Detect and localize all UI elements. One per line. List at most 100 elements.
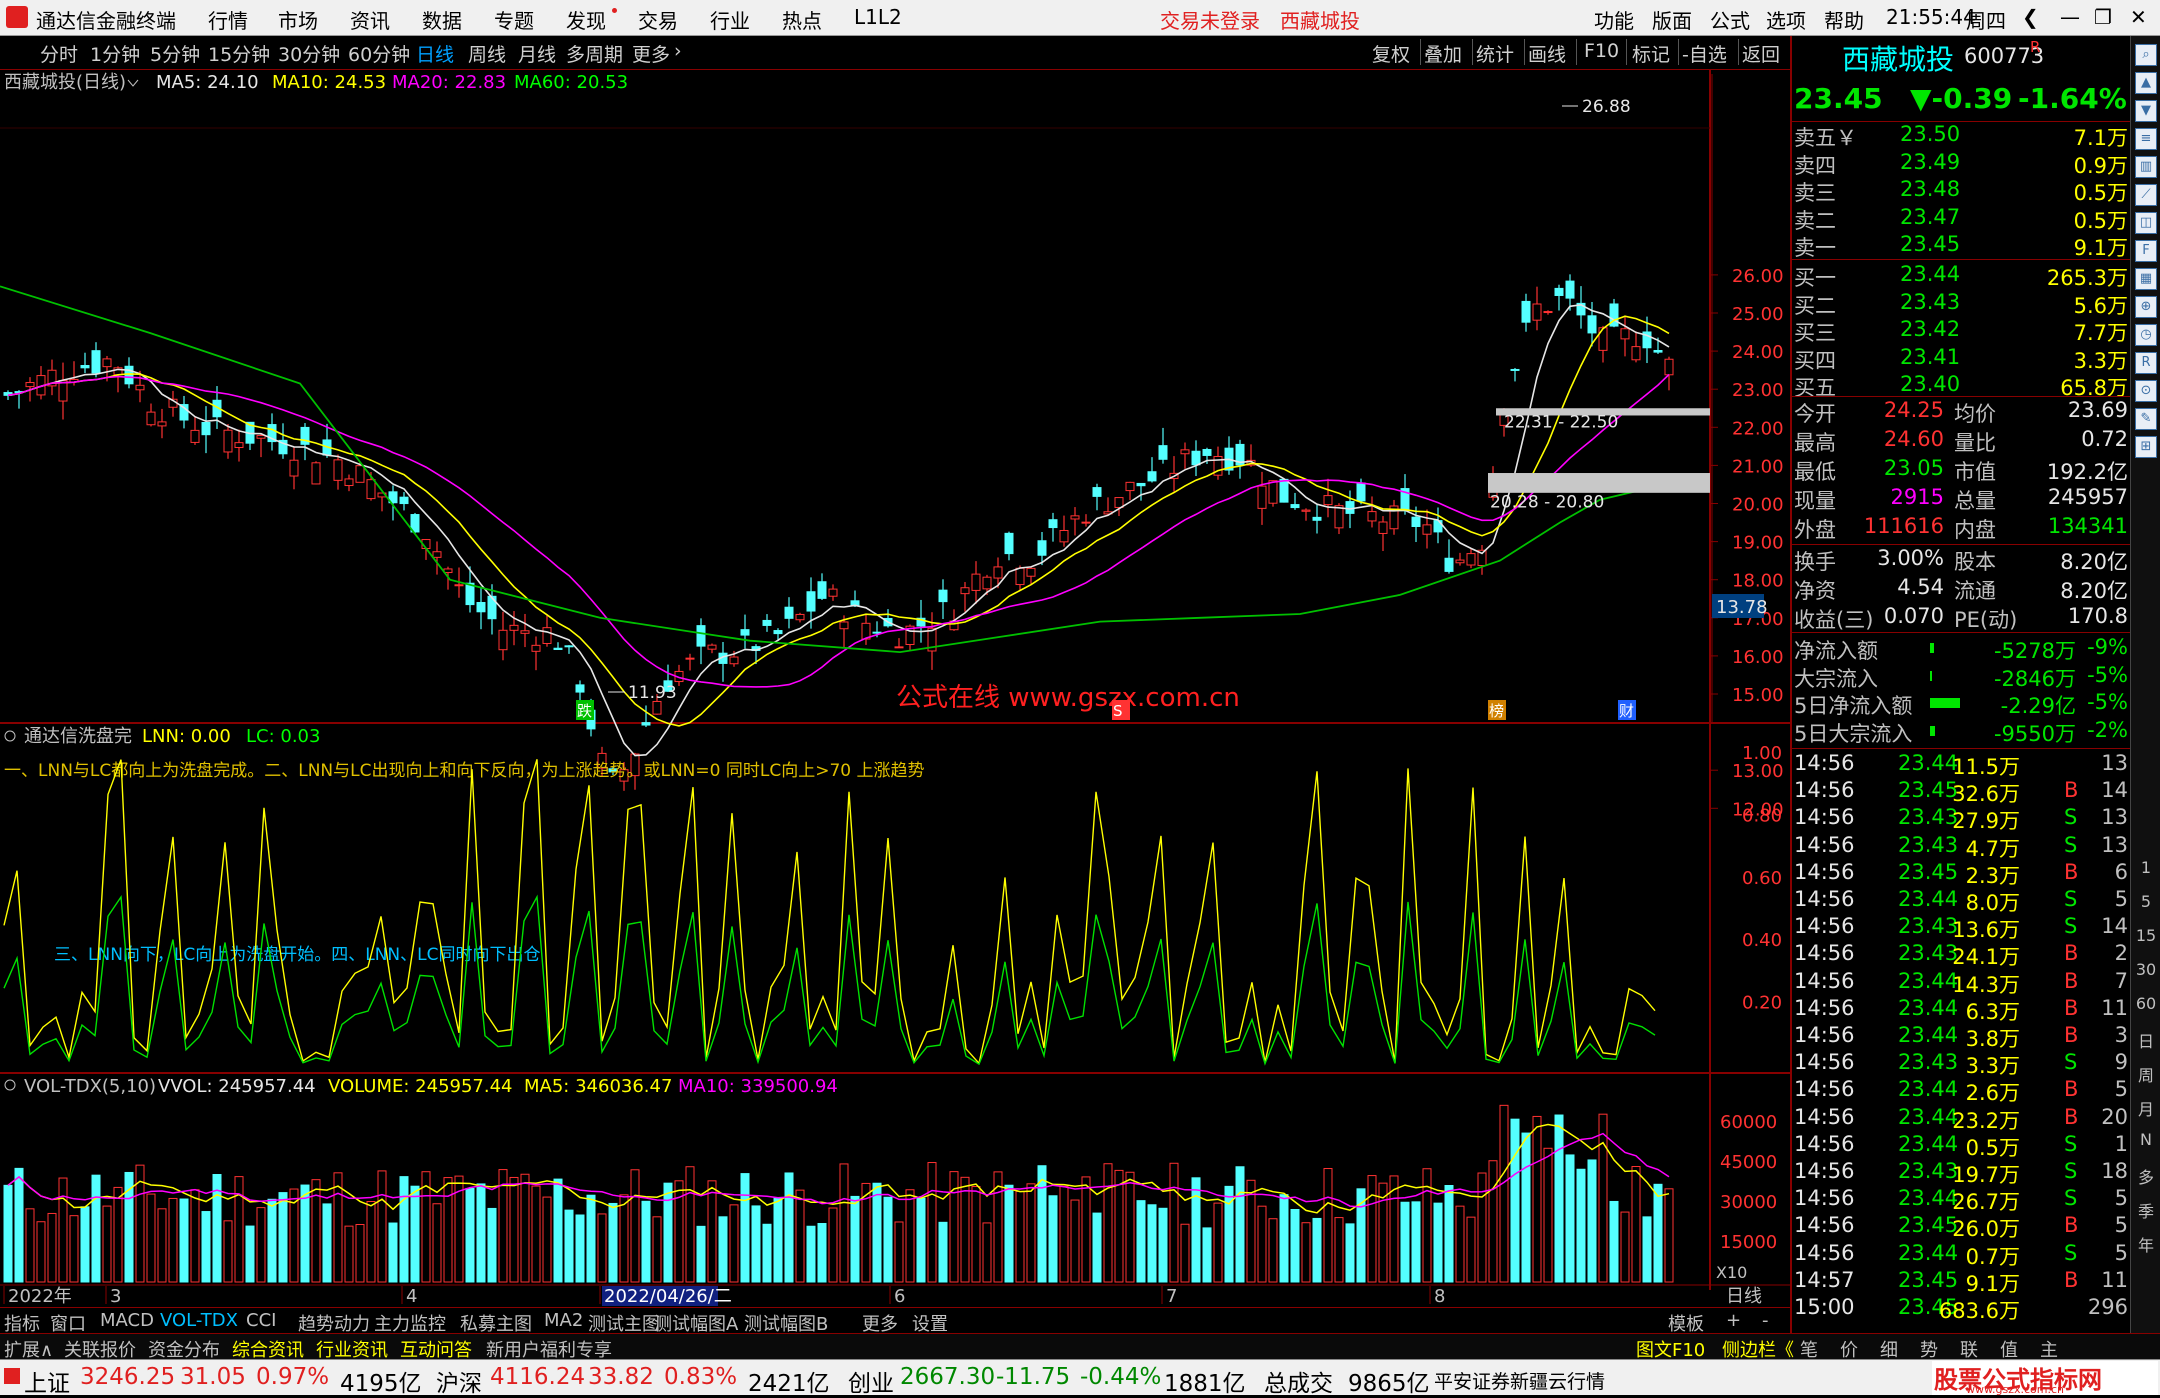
menu-industry[interactable]: 行业 [710,5,750,34]
volume-bar[interactable] [652,1216,662,1283]
volume-bar[interactable] [1268,1218,1278,1283]
volume-bar[interactable] [762,1223,772,1283]
candle[interactable] [1664,356,1674,391]
f10-icon[interactable]: F [2135,240,2157,262]
volume-bar[interactable] [1532,1115,1542,1283]
candle[interactable] [201,406,211,454]
volume-bar[interactable] [1576,1168,1586,1283]
candle[interactable] [1367,496,1377,528]
chart-icon[interactable]: ◫ [2135,212,2157,234]
tf-5min[interactable]: 5分钟 [150,40,200,67]
volume-bar[interactable] [1191,1177,1201,1283]
indicator-tab-2[interactable]: MACD [100,1310,154,1331]
volume-bar[interactable] [1301,1222,1311,1283]
volume-bar[interactable] [1180,1223,1190,1283]
volume-bar[interactable] [25,1208,35,1283]
volume-bar[interactable] [256,1207,266,1283]
volume-bar[interactable] [685,1166,695,1283]
candle[interactable] [1070,507,1080,536]
candle[interactable] [1466,548,1476,569]
volume-bar[interactable] [179,1198,189,1283]
volume-bar[interactable] [773,1197,783,1283]
volume-bar[interactable] [1081,1176,1091,1283]
menu-news[interactable]: 资讯 [350,5,390,34]
candle[interactable] [1620,316,1630,357]
candle[interactable] [146,403,156,427]
candle[interactable] [1400,474,1410,515]
volume-bar[interactable] [1125,1171,1135,1283]
candle[interactable] [1532,286,1542,331]
candle[interactable] [1301,508,1311,521]
volume-bar[interactable] [630,1169,640,1283]
menu-function[interactable]: 功能 [1594,5,1634,34]
collapse-icon[interactable] [4,730,16,742]
volume-bar[interactable] [1070,1199,1080,1283]
volume-bar[interactable] [1554,1114,1564,1283]
volume-bar[interactable] [1026,1183,1036,1283]
volume-bar[interactable] [322,1203,332,1283]
indicator-tab-4[interactable]: CCI [246,1310,276,1331]
candle[interactable] [1180,442,1190,469]
volume-bar[interactable] [927,1162,937,1283]
volume-bar[interactable] [113,1186,123,1283]
candle[interactable] [1631,331,1641,363]
volume-bar[interactable] [377,1170,387,1283]
back-icon[interactable]: ❮ [2022,5,2039,29]
tool-favorite[interactable]: -自选 [1682,40,1727,67]
close-icon[interactable]: ✕ [2130,5,2147,29]
minimize-icon[interactable]: — [2060,5,2080,29]
candle[interactable] [234,429,244,462]
candle[interactable] [1147,457,1157,483]
list-icon[interactable]: ≡ [2135,128,2157,150]
volume-bar[interactable] [1059,1185,1069,1283]
candle[interactable] [1576,286,1586,329]
volume-bar[interactable] [399,1176,409,1283]
candle[interactable] [828,584,838,601]
volume-bar[interactable] [806,1225,816,1283]
restore-icon[interactable]: ❐ [2094,5,2112,29]
volume-bar[interactable] [223,1220,233,1283]
candle[interactable] [157,408,167,439]
volume-bar[interactable] [1169,1162,1179,1283]
volume-bar[interactable] [432,1203,442,1283]
collapse-icon[interactable] [4,1079,16,1091]
candle[interactable] [1048,512,1058,542]
volume-bar[interactable] [1510,1118,1520,1283]
sidebar-period-10[interactable]: 季 [2135,1198,2157,1222]
volume-bar[interactable] [916,1197,926,1283]
login-status[interactable]: 交易未登录 [1160,5,1260,34]
candle[interactable] [333,454,343,490]
candle[interactable] [36,366,46,400]
volume-bar[interactable] [1147,1204,1157,1283]
menu-l1l2[interactable]: L1L2 [854,5,902,29]
volume-bar[interactable] [300,1184,310,1283]
tab-right-1[interactable]: + [1726,1310,1741,1331]
volume-bar[interactable] [69,1215,79,1283]
candle[interactable] [718,641,728,682]
candle[interactable] [861,614,871,645]
candle[interactable] [1422,509,1432,549]
candle[interactable] [289,446,299,490]
volume-bar[interactable] [1235,1166,1245,1283]
menu-data[interactable]: 数据 [422,5,462,34]
volume-bar[interactable] [1444,1185,1454,1283]
volume-bar[interactable] [366,1201,376,1283]
volume-bar[interactable] [938,1221,948,1283]
volume-bar[interactable] [531,1185,541,1283]
candle[interactable] [1444,539,1454,574]
volume-bar[interactable] [641,1200,651,1283]
volume-bar[interactable] [619,1194,629,1283]
volume-bar[interactable] [795,1189,805,1283]
menu-hot[interactable]: 热点 [782,5,822,34]
volume-bar[interactable] [1279,1194,1289,1283]
candle[interactable] [1279,478,1289,503]
candle[interactable] [190,416,200,445]
more-chevron-icon[interactable]: › [674,40,682,62]
menu-options[interactable]: 选项 [1766,5,1806,34]
volume-bar[interactable] [344,1225,354,1283]
tool-draw[interactable]: 画线 [1528,40,1566,67]
tf-daily[interactable]: 日线 [416,40,454,67]
menu-topic[interactable]: 专题 [494,5,534,34]
volume-bar[interactable] [553,1178,563,1283]
volume-bar[interactable] [1334,1217,1344,1283]
